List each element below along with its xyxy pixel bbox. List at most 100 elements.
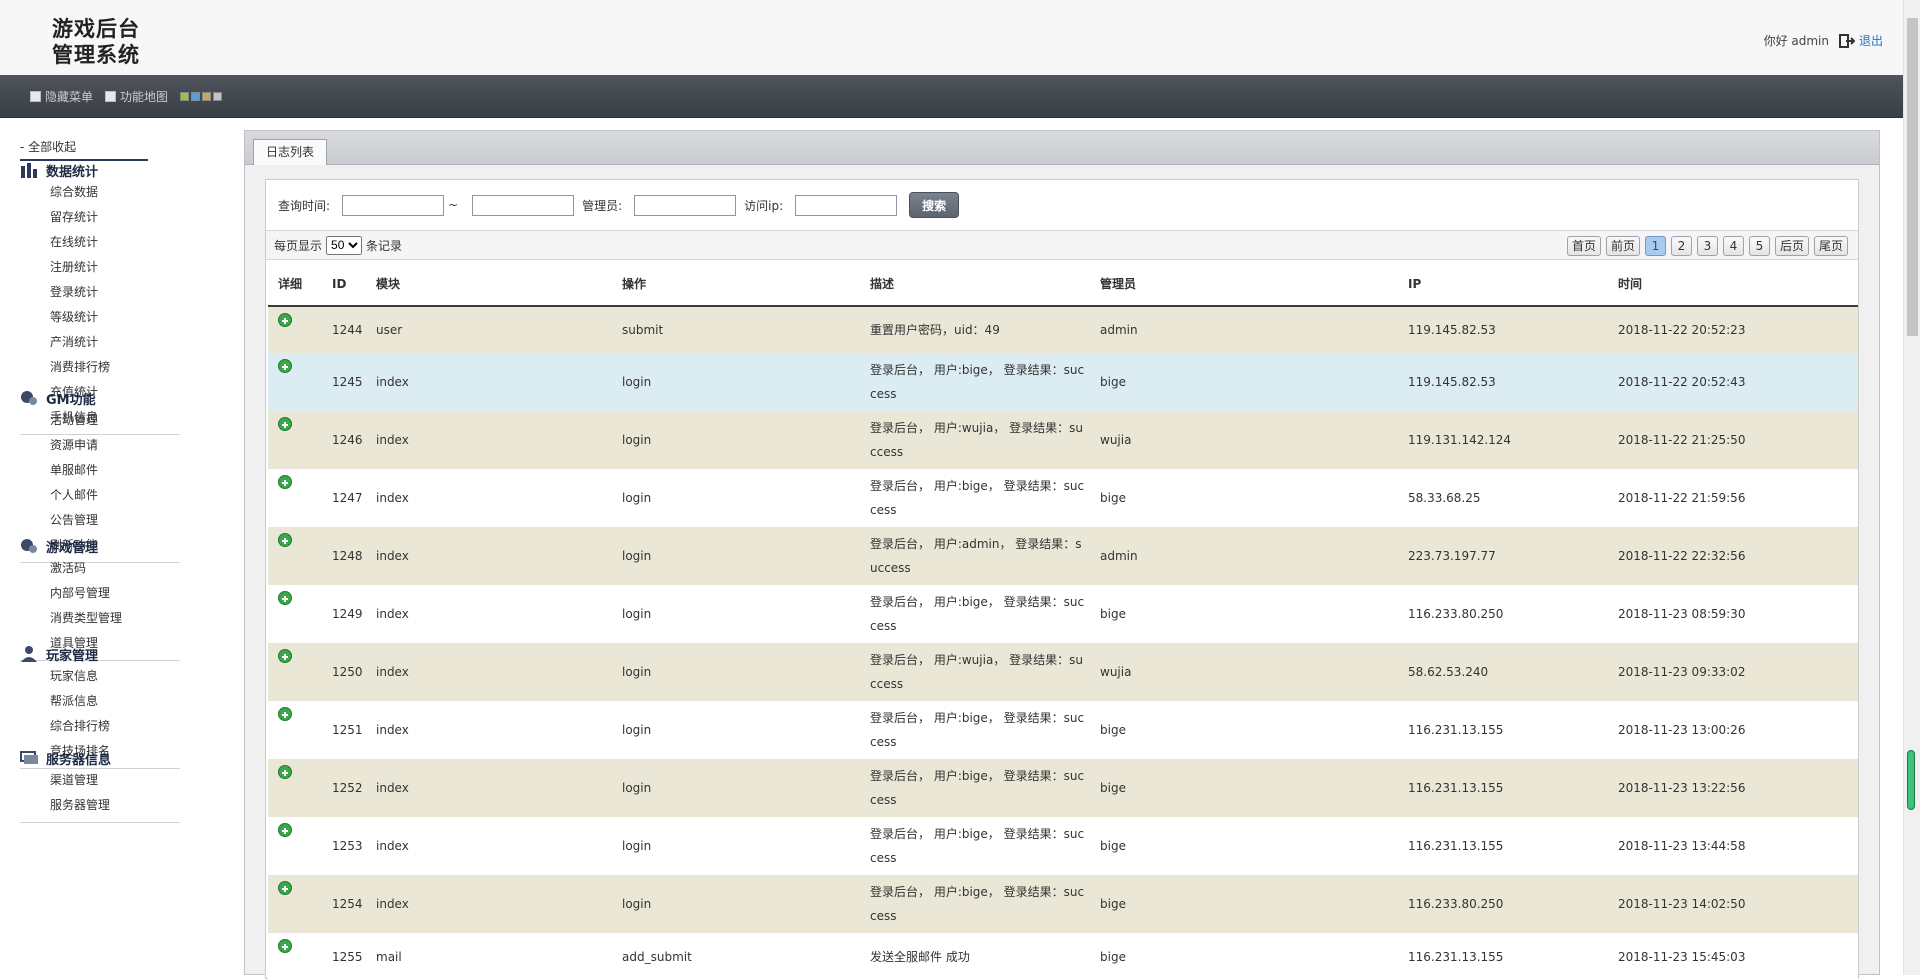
admin-input[interactable]: [634, 194, 737, 216]
admin-cell: wujia: [1100, 665, 1132, 679]
desc-cell: 登录后台， 用户:wujia， 登录结果：success: [870, 421, 1083, 459]
sidebar-item[interactable]: 玩家信息: [20, 664, 180, 689]
tab-bar: 日志列表: [245, 131, 1879, 165]
search-button[interactable]: 搜索: [909, 192, 960, 218]
time-label: 查询时间:: [278, 198, 331, 213]
sidebar-item[interactable]: 渠道管理: [20, 768, 180, 793]
page-number-button[interactable]: 3: [1696, 236, 1718, 256]
logo-line-2: 管理系统: [52, 42, 140, 67]
table-row[interactable]: 1244 user submit 重置用户密码，uid：49 admin 119.145.…: [268, 306, 1858, 353]
sidebar-item[interactable]: 个人邮件: [20, 483, 180, 508]
sidebar-item[interactable]: 登录统计: [20, 280, 180, 305]
last-page-button[interactable]: 尾页: [1813, 236, 1848, 256]
sidebar-item[interactable]: 综合排行榜: [20, 714, 180, 739]
page-number-button[interactable]: 1: [1644, 236, 1666, 256]
theme-swatch-1[interactable]: [180, 91, 190, 101]
expand-plus-icon[interactable]: [278, 417, 292, 431]
admin-cell: bige: [1100, 491, 1126, 505]
page-number-button[interactable]: 4: [1722, 236, 1744, 256]
expand-plus-icon[interactable]: [278, 881, 292, 895]
menu-group-title[interactable]: 服务器信息: [20, 748, 180, 768]
sidebar: - 全部收起 数据统计 综合数据 留存统计 在线统计 注册统计 登录统计 等级统计 产消统计消…: [0, 118, 240, 975]
expand-plus-icon[interactable]: [278, 313, 292, 327]
sidebar-item[interactable]: 消费排行榜: [20, 355, 180, 380]
table-row[interactable]: 1255 mail add_submit 发送全服邮件 成功 bige 116.231.1…: [268, 933, 1858, 980]
table-row[interactable]: 1253 index login 登录后台， 用户:bige， 登录结果：succes…: [268, 817, 1858, 875]
menu-group-title[interactable]: 游戏管理: [20, 536, 180, 556]
next-page-button[interactable]: 后页: [1774, 236, 1809, 256]
prev-page-button[interactable]: 前页: [1605, 236, 1640, 256]
table-row[interactable]: 1254 index login 登录后台， 用户:bige， 登录结果：succes…: [268, 875, 1858, 933]
sidebar-item[interactable]: 消费类型管理: [20, 606, 180, 631]
expand-plus-icon[interactable]: [278, 939, 292, 953]
sidebar-item[interactable]: 等级统计: [20, 305, 180, 330]
sidebar-item[interactable]: 注册统计: [20, 255, 180, 280]
ip-input[interactable]: [795, 194, 898, 216]
sidebar-item[interactable]: 资源申请: [20, 433, 180, 458]
expand-plus-icon[interactable]: [278, 823, 292, 837]
detail-cell: [268, 875, 322, 933]
column-header: 时间: [1608, 262, 1858, 307]
time-to-input[interactable]: [472, 194, 575, 216]
table-row[interactable]: 1246 index login 登录后台， 用户:wujia， 登录结果：succe…: [268, 411, 1858, 469]
menu-group-title[interactable]: 数据统计: [20, 160, 180, 180]
page-number-button[interactable]: 2: [1670, 236, 1692, 256]
table-row[interactable]: 1249 index login 登录后台， 用户:bige， 登录结果：succes…: [268, 585, 1858, 643]
table-row[interactable]: 1247 index login 登录后台， 用户:bige， 登录结果：succes…: [268, 469, 1858, 527]
sidebar-item[interactable]: 服务器管理: [20, 793, 180, 818]
tab-log-list[interactable]: 日志列表: [253, 139, 328, 165]
sidebar-item[interactable]: 综合数据: [20, 180, 180, 205]
time-cell: 2018-11-23 13:00:26: [1618, 723, 1746, 737]
sidebar-item[interactable]: 单服邮件: [20, 458, 180, 483]
menu-group-title[interactable]: 玩家管理: [20, 644, 180, 664]
sidebar-item[interactable]: 激活码: [20, 556, 180, 581]
desc-cell: 登录后台， 用户:bige， 登录结果：success: [870, 363, 1085, 401]
sidebar-item[interactable]: 留存统计: [20, 205, 180, 230]
time-cell: 2018-11-22 20:52:43: [1618, 375, 1746, 389]
sidebar-item[interactable]: 产消统计: [20, 330, 180, 355]
table-row[interactable]: 1252 index login 登录后台， 用户:bige， 登录结果：succes…: [268, 759, 1858, 817]
expand-plus-icon[interactable]: [278, 707, 292, 721]
sidebar-item[interactable]: 公告管理: [20, 508, 180, 533]
expand-plus-icon[interactable]: [278, 649, 292, 663]
expand-plus-icon[interactable]: [278, 533, 292, 547]
table-row[interactable]: 1245 index login 登录后台， 用户:bige， 登录结果：succes…: [268, 353, 1858, 411]
detail-cell: [268, 306, 322, 353]
expand-plus-icon[interactable]: [278, 359, 292, 373]
page-number-button[interactable]: 5: [1748, 236, 1770, 256]
detail-cell: [268, 817, 322, 875]
action-cell: login: [622, 839, 652, 853]
time-from-input[interactable]: [342, 194, 445, 216]
id-cell: 1254: [332, 897, 363, 911]
sidebar-item[interactable]: 在线统计: [20, 230, 180, 255]
scrollbar-thumb[interactable]: [1907, 18, 1918, 336]
sidebar-item[interactable]: 帮派信息: [20, 689, 180, 714]
exit-icon[interactable]: [1838, 33, 1856, 48]
side-widget-handle[interactable]: [1907, 750, 1915, 810]
table-row[interactable]: 1250 index login 登录后台， 用户:wujia， 登录结果：succe…: [268, 643, 1858, 701]
table-row[interactable]: 1251 index login 登录后台， 用户:bige， 登录结果：succes…: [268, 701, 1858, 759]
collapse-all-link[interactable]: - 全部收起: [20, 138, 148, 161]
ip-cell: 58.33.68.25: [1408, 491, 1481, 505]
theme-swatch-4[interactable]: [213, 91, 223, 101]
first-page-button[interactable]: 首页: [1566, 236, 1601, 256]
time-cell: 2018-11-22 20:52:23: [1618, 323, 1746, 337]
page-scrollbar[interactable]: [1903, 0, 1920, 975]
desc-cell: 登录后台， 用户:bige， 登录结果：success: [870, 827, 1085, 865]
function-map-label: 功能地图: [120, 89, 169, 104]
function-map-button[interactable]: 功能地图: [105, 88, 168, 105]
expand-plus-icon[interactable]: [278, 591, 292, 605]
admin-cell: bige: [1100, 949, 1126, 964]
theme-swatch-2[interactable]: [191, 91, 201, 101]
sidebar-item[interactable]: 内部号管理: [20, 581, 180, 606]
paging-bar: 每页显示 50 条记录 首页 前页 12345 后页 尾页: [266, 230, 1858, 260]
expand-plus-icon[interactable]: [278, 475, 292, 489]
theme-swatch-3[interactable]: [202, 91, 212, 101]
table-row[interactable]: 1248 index login 登录后台， 用户:admin， 登录结果：succe…: [268, 527, 1858, 585]
hide-menu-button[interactable]: 隐藏菜单: [30, 88, 93, 105]
per-page-select[interactable]: 50: [326, 235, 363, 255]
logout-link[interactable]: 退出: [1859, 32, 1883, 49]
sidebar-item[interactable]: 活动管理: [20, 408, 180, 433]
expand-plus-icon[interactable]: [278, 765, 292, 779]
menu-group-title[interactable]: GM功能: [20, 388, 180, 408]
